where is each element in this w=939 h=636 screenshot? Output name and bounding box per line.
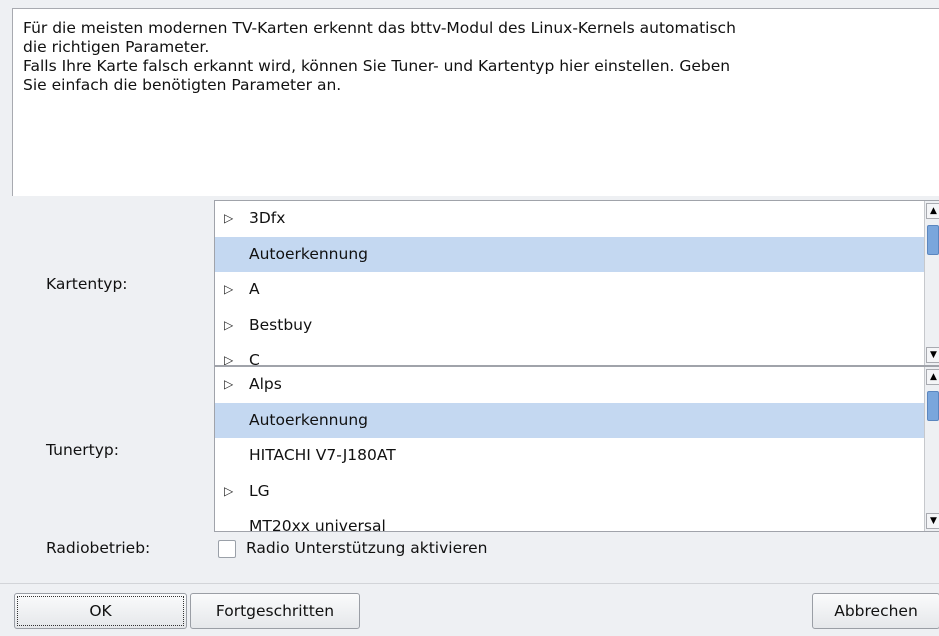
card-type-scrollbar[interactable]: ▲ ▼ bbox=[924, 201, 939, 365]
list-item[interactable]: ▷ Alps bbox=[215, 367, 924, 403]
list-item[interactable]: ▷ C bbox=[215, 343, 924, 365]
list-item[interactable]: ▷ A bbox=[215, 272, 924, 308]
list-item-label: 3Dfx bbox=[249, 209, 286, 227]
scroll-down-arrow-icon[interactable]: ▼ bbox=[926, 347, 939, 363]
list-item[interactable]: HITACHI V7-J180AT bbox=[215, 438, 924, 474]
scroll-down-arrow-icon[interactable]: ▼ bbox=[926, 513, 939, 529]
list-item-label: Bestbuy bbox=[249, 315, 313, 334]
list-item-label: HITACHI V7-J180AT bbox=[249, 446, 396, 465]
list-item-label: C bbox=[249, 351, 260, 365]
advanced-button[interactable]: Fortgeschritten bbox=[190, 593, 360, 629]
card-type-list[interactable]: ▷ 3Dfx Autoerkennung ▷ A ▷ Bestbuy ▷ C ▲ ▼ bbox=[214, 200, 939, 366]
list-item[interactable]: MT20xx universal bbox=[215, 509, 924, 531]
scroll-up-arrow-icon[interactable]: ▲ bbox=[926, 369, 939, 385]
expand-triangle-icon[interactable]: ▷ bbox=[224, 353, 233, 365]
list-item-label: Alps bbox=[249, 375, 282, 393]
card-type-label: Kartentyp: bbox=[46, 275, 128, 293]
list-item-label: A bbox=[249, 280, 260, 299]
list-item-label: MT20xx universal bbox=[249, 517, 386, 531]
separator bbox=[0, 583, 939, 584]
expand-triangle-icon[interactable]: ▷ bbox=[224, 377, 233, 391]
cancel-button[interactable]: Abbrechen bbox=[812, 593, 939, 629]
list-item[interactable]: Autoerkennung bbox=[215, 402, 924, 439]
expand-triangle-icon[interactable]: ▷ bbox=[224, 318, 233, 332]
list-item[interactable]: ▷ 3Dfx bbox=[215, 201, 924, 237]
list-item-label: LG bbox=[249, 481, 270, 500]
scroll-up-arrow-icon[interactable]: ▲ bbox=[926, 203, 939, 219]
expand-triangle-icon[interactable]: ▷ bbox=[224, 484, 233, 498]
tuner-type-rows: ▷ Alps Autoerkennung HITACHI V7-J180AT ▷ LG MT… bbox=[215, 367, 924, 531]
scroll-thumb[interactable] bbox=[927, 391, 939, 421]
radio-checkbox-label[interactable]: Radio Unterstützung aktivieren bbox=[246, 539, 488, 557]
scroll-thumb[interactable] bbox=[927, 225, 939, 255]
description-text: Für die meisten modernen TV-Karten erken… bbox=[12, 8, 939, 196]
tuner-type-label: Tunertyp: bbox=[46, 441, 119, 459]
expand-triangle-icon[interactable]: ▷ bbox=[224, 211, 233, 225]
ok-button[interactable]: OK bbox=[14, 593, 187, 629]
list-item[interactable]: Autoerkennung bbox=[215, 236, 924, 273]
list-item-label: Autoerkennung bbox=[249, 244, 368, 263]
card-type-rows: ▷ 3Dfx Autoerkennung ▷ A ▷ Bestbuy ▷ C bbox=[215, 201, 924, 365]
tuner-type-scrollbar[interactable]: ▲ ▼ bbox=[924, 367, 939, 531]
radio-label: Radiobetrieb: bbox=[46, 539, 151, 557]
tuner-type-list[interactable]: ▷ Alps Autoerkennung HITACHI V7-J180AT ▷ LG MT… bbox=[214, 366, 939, 532]
list-item-label: Autoerkennung bbox=[249, 410, 368, 429]
list-item[interactable]: ▷ Bestbuy bbox=[215, 308, 924, 344]
radio-checkbox[interactable] bbox=[218, 540, 236, 558]
expand-triangle-icon[interactable]: ▷ bbox=[224, 282, 233, 296]
list-item[interactable]: ▷ LG bbox=[215, 474, 924, 510]
